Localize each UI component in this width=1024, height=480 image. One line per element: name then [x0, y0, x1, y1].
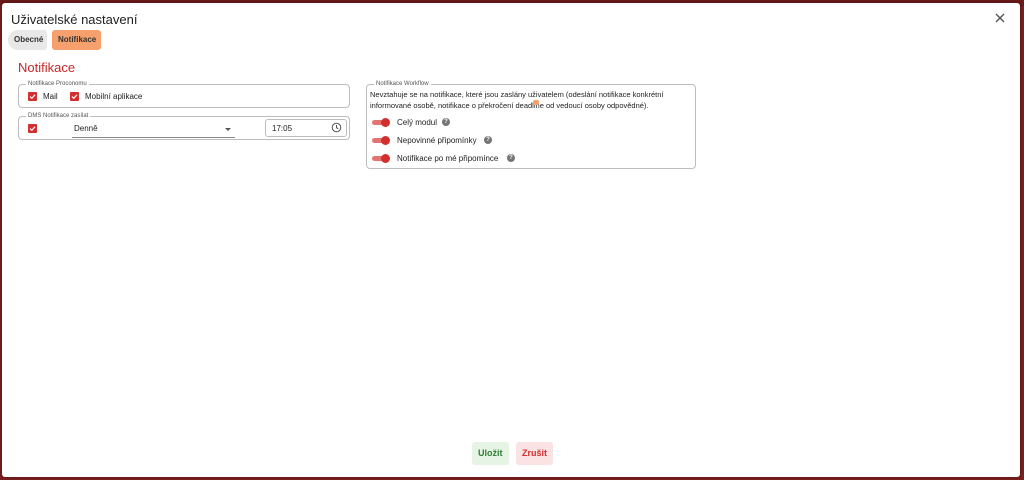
- mouse-cursor: [533, 100, 539, 105]
- dms-checkbox[interactable]: [28, 124, 37, 133]
- dms-legend: DMS Notifikace zasílat: [26, 112, 91, 121]
- proconom-notifications-group: Notifikace Proconomu Mail Mobilní aplika…: [18, 80, 350, 108]
- cancel-button[interactable]: Zrušit: [516, 442, 554, 465]
- workflow-notifications-group: Notifikace Workflow Nevztahuje se na not…: [366, 80, 696, 169]
- dialog-title: Uživatelské nastavení: [11, 12, 138, 27]
- time-input[interactable]: 17:05: [265, 119, 347, 137]
- settings-dialog: Uživatelské nastavení Obecné Notifikace …: [2, 3, 1020, 477]
- section-title: Notifikace: [18, 60, 76, 75]
- clock-icon[interactable]: [331, 122, 342, 133]
- mail-label: Mail: [43, 92, 58, 101]
- whole-module-label: Celý modul: [397, 118, 438, 127]
- check-icon: [29, 94, 36, 100]
- frequency-value: Denně: [74, 124, 98, 133]
- toggle-after-my-comment[interactable]: [372, 154, 390, 163]
- save-button[interactable]: Uložit: [472, 442, 509, 465]
- mobile-app-checkbox[interactable]: [70, 92, 79, 101]
- after-my-comment-label: Notifikace po mé připomínce: [397, 154, 499, 163]
- dropdown-arrow-icon: [225, 128, 231, 131]
- workflow-legend: Notifikace Workflow: [374, 80, 431, 89]
- check-icon: [71, 94, 78, 100]
- check-icon: [29, 126, 36, 132]
- toggle-optional-comments[interactable]: [372, 136, 390, 145]
- mail-checkbox[interactable]: [28, 92, 37, 101]
- optional-comments-label: Nepovinné připomínky: [397, 136, 477, 145]
- time-value: 17:05: [272, 124, 293, 133]
- help-icon[interactable]: ?: [507, 154, 515, 162]
- help-icon[interactable]: ?: [484, 136, 492, 144]
- dms-notifications-group: DMS Notifikace zasílat Denně 17:05: [18, 112, 350, 140]
- toggle-whole-module[interactable]: [372, 118, 390, 127]
- help-icon[interactable]: ?: [442, 118, 450, 126]
- frequency-select[interactable]: Denně: [72, 122, 235, 138]
- close-icon[interactable]: [993, 11, 1007, 25]
- proconom-legend: Notifikace Proconomu: [26, 80, 89, 89]
- tab-notifications[interactable]: Notifikace: [52, 30, 101, 50]
- mobile-app-label: Mobilní aplikace: [85, 92, 143, 101]
- tab-general[interactable]: Obecné: [8, 30, 47, 50]
